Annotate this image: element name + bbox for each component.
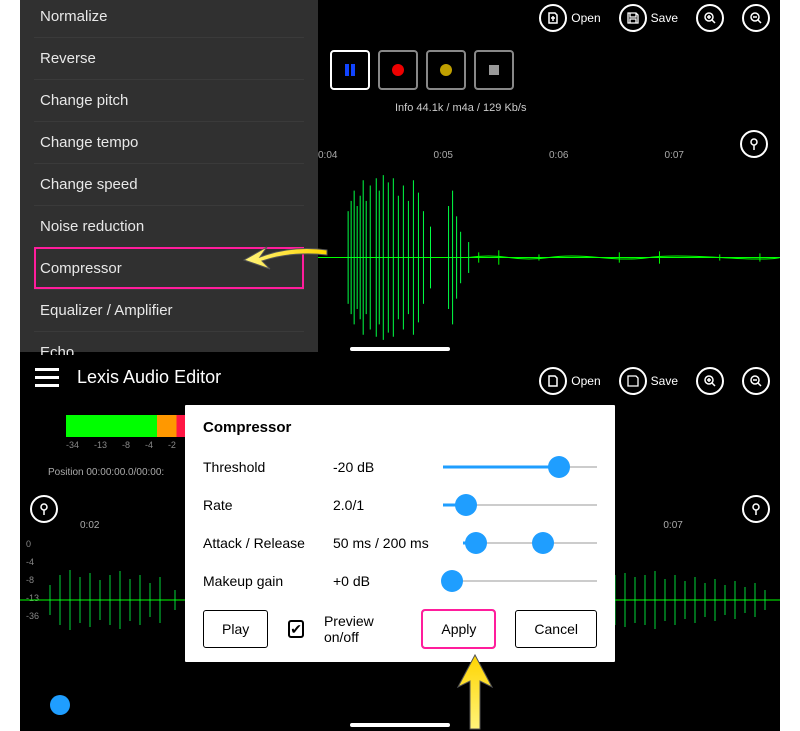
cancel-button[interactable]: Cancel — [515, 610, 597, 648]
level-meter: -34-13-8-4-20 — [66, 415, 196, 450]
save-label: Save — [651, 11, 678, 25]
top-toolbar: Open Save — [539, 4, 770, 32]
home-indicator — [350, 723, 450, 727]
transport-controls — [330, 50, 514, 90]
import-icon — [539, 367, 567, 395]
home-indicator — [350, 347, 450, 351]
open-button[interactable]: Open — [539, 367, 600, 395]
hamburger-icon[interactable] — [35, 368, 59, 387]
bottom-screenshot: Lexis Audio Editor Open Save -34-13-8-4-… — [20, 355, 780, 731]
save-button[interactable]: Save — [619, 367, 678, 395]
top-screenshot: Open Save Info 44.1k / m4a / 129 Kb/s 0:… — [20, 0, 780, 355]
import-icon — [539, 4, 567, 32]
open-label: Open — [571, 11, 600, 25]
apply-button[interactable]: Apply — [422, 610, 495, 648]
save-icon — [619, 4, 647, 32]
threshold-value: -20 dB — [333, 459, 443, 475]
menu-normalize[interactable]: Normalize — [34, 0, 304, 37]
threshold-label: Threshold — [203, 459, 333, 475]
gain-row: Makeup gain +0 dB — [203, 562, 597, 600]
waveform-top[interactable] — [318, 170, 780, 345]
play-button[interactable]: Play — [203, 610, 268, 648]
rate-row: Rate 2.0/1 — [203, 486, 597, 524]
attack-release-row: Attack / Release 50 ms / 200 ms — [203, 524, 597, 562]
preview-label: Preview on/off — [324, 613, 382, 645]
save-icon — [619, 367, 647, 395]
pause-button[interactable] — [330, 50, 370, 90]
stop-button[interactable] — [474, 50, 514, 90]
app-header: Lexis Audio Editor — [35, 367, 221, 388]
dialog-buttons: Play ✔ Preview on/off Apply Cancel — [203, 610, 597, 648]
bottom-toolbar: Open Save — [539, 367, 770, 395]
dialog-title: Compressor — [203, 419, 597, 436]
zoom-in-icon[interactable] — [696, 4, 724, 32]
menu-reverse[interactable]: Reverse — [34, 37, 304, 79]
menu-compressor[interactable]: Compressor — [34, 247, 304, 289]
timeline-ruler-top: 0:040:050:060:07 — [318, 150, 780, 168]
menu-change-speed[interactable]: Change speed — [34, 163, 304, 205]
open-button[interactable]: Open — [539, 4, 600, 32]
zoom-out-icon[interactable] — [742, 4, 770, 32]
position-readout: Position 00:00:00.0/00:00: — [48, 467, 164, 478]
playhead-cue[interactable] — [50, 695, 70, 715]
marker-icon[interactable] — [742, 495, 770, 523]
zoom-in-icon[interactable] — [696, 367, 724, 395]
zoom-out-icon[interactable] — [742, 367, 770, 395]
menu-noise-reduction[interactable]: Noise reduction — [34, 205, 304, 247]
preview-checkbox[interactable]: ✔ — [288, 620, 304, 638]
audio-info: Info 44.1k / m4a / 129 Kb/s — [395, 102, 526, 114]
record-button[interactable] — [378, 50, 418, 90]
app-title: Lexis Audio Editor — [77, 367, 221, 388]
marker-icon[interactable] — [30, 495, 58, 523]
threshold-row: Threshold -20 dB — [203, 448, 597, 486]
save-button[interactable]: Save — [619, 4, 678, 32]
menu-change-tempo[interactable]: Change tempo — [34, 121, 304, 163]
menu-change-pitch[interactable]: Change pitch — [34, 79, 304, 121]
play-button[interactable] — [426, 50, 466, 90]
compressor-dialog: Compressor Threshold -20 dB Rate 2.0/1 A… — [185, 405, 615, 662]
effects-menu: Normalize Reverse Change pitch Change te… — [20, 0, 318, 352]
menu-equalizer[interactable]: Equalizer / Amplifier — [34, 289, 304, 331]
